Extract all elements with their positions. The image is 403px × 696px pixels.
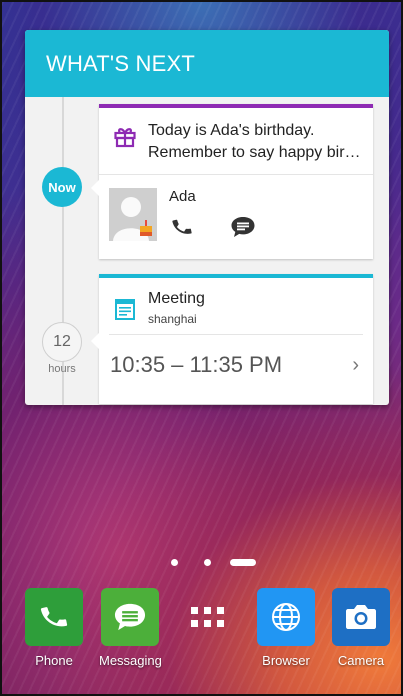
dock-browser[interactable]: Browser bbox=[255, 588, 317, 668]
meeting-location: shanghai bbox=[148, 312, 197, 326]
dock-app-drawer[interactable] bbox=[177, 588, 239, 653]
birthday-card[interactable]: Today is Ada's birthday. Remember to say… bbox=[91, 104, 373, 259]
birthday-line-1: Today is Ada's birthday. bbox=[148, 122, 315, 139]
message-icon[interactable] bbox=[230, 216, 256, 238]
globe-icon[interactable] bbox=[257, 588, 315, 646]
dock-messaging[interactable]: Messaging bbox=[99, 588, 162, 668]
now-badge: Now bbox=[42, 167, 82, 207]
avatar-silhouette-icon bbox=[109, 188, 157, 241]
dock-phone[interactable]: Phone bbox=[23, 588, 85, 668]
phone-icon[interactable] bbox=[25, 588, 83, 646]
whats-next-widget[interactable]: WHAT'S NEXT Now 12 hours Today is Ada's … bbox=[25, 30, 389, 405]
dock-camera[interactable]: Camera bbox=[330, 588, 392, 668]
divider bbox=[109, 334, 363, 335]
meeting-time: 10:35 – 11:35 PM bbox=[110, 352, 283, 377]
message-icon[interactable] bbox=[101, 588, 159, 646]
call-icon[interactable] bbox=[171, 216, 193, 238]
contact-avatar[interactable] bbox=[109, 188, 157, 241]
meeting-card[interactable]: Meeting shanghai 10:35 – 11:35 PM › bbox=[91, 274, 373, 404]
dock-label-messaging: Messaging bbox=[99, 653, 162, 668]
page-indicator-dot[interactable] bbox=[204, 559, 211, 566]
calendar-icon bbox=[115, 299, 135, 320]
widget-title: WHAT'S NEXT bbox=[25, 30, 389, 97]
camera-icon[interactable] bbox=[332, 588, 390, 646]
contact-name: Ada bbox=[169, 188, 196, 205]
hours-label: hours bbox=[48, 363, 76, 375]
chevron-right-icon[interactable]: › bbox=[352, 354, 359, 377]
dock-label-browser: Browser bbox=[262, 653, 310, 668]
dock-label-phone: Phone bbox=[35, 653, 73, 668]
meeting-title: Meeting bbox=[148, 290, 205, 307]
birthday-line-2: Remember to say happy birt… bbox=[148, 144, 363, 161]
page-indicator-active[interactable] bbox=[230, 559, 256, 566]
birthday-message[interactable]: Today is Ada's birthday. Remember to say… bbox=[99, 108, 373, 175]
page-indicator-dot[interactable] bbox=[171, 559, 178, 566]
dock-label-camera: Camera bbox=[337, 653, 385, 668]
app-drawer-icon[interactable] bbox=[179, 588, 237, 646]
hours-badge: 12 bbox=[42, 322, 82, 362]
gift-icon bbox=[114, 128, 136, 148]
